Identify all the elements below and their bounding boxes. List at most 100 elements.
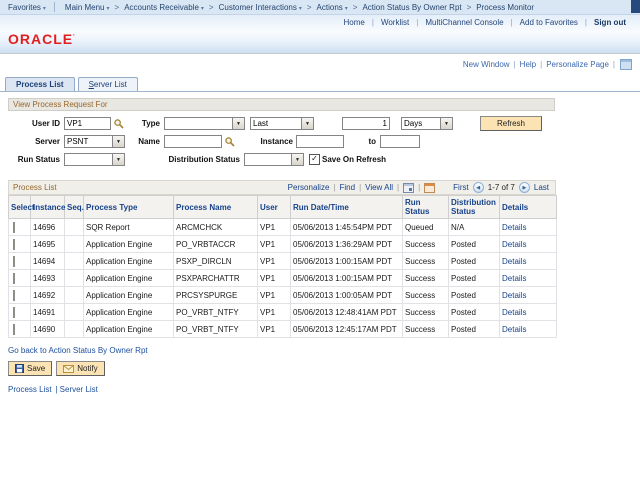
select-checkbox[interactable] xyxy=(13,324,15,335)
toolbar-separator: | xyxy=(333,183,335,192)
tab-server-list[interactable]: Server List xyxy=(78,77,138,91)
notify-button[interactable]: Notify xyxy=(56,361,104,376)
next-page-icon[interactable]: ▶ xyxy=(519,182,530,193)
toolbar-link-view-all[interactable]: View All xyxy=(365,183,393,192)
tab-process-list[interactable]: Process List xyxy=(5,77,75,91)
grid-titlebar: Process List Personalize|Find|View All||… xyxy=(8,180,556,195)
last-select[interactable]: Last▼ xyxy=(250,117,314,130)
utility-link-personalize-page[interactable]: Personalize Page xyxy=(546,60,609,69)
details-link[interactable]: Details xyxy=(502,274,526,283)
name-input[interactable] xyxy=(164,135,222,148)
page-link-server-list[interactable]: Server List xyxy=(60,385,98,394)
name-lookup-icon[interactable] xyxy=(225,137,235,147)
details-link[interactable]: Details xyxy=(502,223,526,232)
header-link-multichannel-console[interactable]: MultiChannel Console xyxy=(425,18,503,27)
breadcrumb-separator: > xyxy=(307,3,312,12)
instance-to-input[interactable] xyxy=(380,135,420,148)
page-link-process-list[interactable]: Process List xyxy=(8,385,52,394)
details-link[interactable]: Details xyxy=(502,240,526,249)
select-checkbox[interactable] xyxy=(13,273,15,284)
user-id-input[interactable] xyxy=(64,117,111,130)
dropdown-arrow-icon[interactable]: ▼ xyxy=(232,118,244,129)
breadcrumb-item-accounts-receivable[interactable]: Accounts Receivable▾ xyxy=(124,3,204,12)
details-link[interactable]: Details xyxy=(502,257,526,266)
favorites-label: Favorites xyxy=(8,3,41,12)
select-checkbox[interactable] xyxy=(13,290,15,301)
column-header-process-name[interactable]: Process Name xyxy=(174,196,258,219)
header-link-worklist[interactable]: Worklist xyxy=(381,18,409,27)
toolbar-link-find[interactable]: Find xyxy=(340,183,356,192)
cell-details: Details xyxy=(500,321,557,338)
dropdown-arrow-icon[interactable]: ▼ xyxy=(112,154,124,165)
type-select-value xyxy=(165,118,232,129)
header-link-home[interactable]: Home xyxy=(344,18,365,27)
cell-distribution-status: Posted xyxy=(449,253,500,270)
header-link-separator: | xyxy=(416,18,418,27)
favorites-menu[interactable]: Favorites▾ xyxy=(8,3,46,12)
save-button[interactable]: Save xyxy=(8,361,52,376)
grid-pager: First ◀ 1-7 of 7 ▶ Last xyxy=(451,182,551,193)
column-header-user[interactable]: User xyxy=(258,196,291,219)
breadcrumb-item-main-menu[interactable]: Main Menu▾ xyxy=(65,3,110,12)
main-content: View Process Request For User ID Type ▼ … xyxy=(0,92,640,394)
oracle-logo: ORACLE' xyxy=(8,31,76,47)
header-link-add-to-favorites[interactable]: Add to Favorites xyxy=(520,18,578,27)
zoom-grid-icon[interactable] xyxy=(424,183,435,193)
select-checkbox[interactable] xyxy=(13,222,15,233)
column-header-details[interactable]: Details xyxy=(500,196,557,219)
dropdown-arrow-icon[interactable]: ▼ xyxy=(440,118,452,129)
breadcrumb-item-customer-interactions[interactable]: Customer Interactions▾ xyxy=(219,3,302,12)
column-header-instance[interactable]: Instance xyxy=(31,196,65,219)
breadcrumb-item-process-monitor[interactable]: Process Monitor xyxy=(476,3,534,12)
save-on-refresh-checkbox[interactable]: ✓ xyxy=(309,154,320,165)
column-header-select[interactable]: Select xyxy=(9,196,31,219)
last-count-input[interactable] xyxy=(342,117,390,130)
cell-details: Details xyxy=(500,270,557,287)
download-grid-icon[interactable] xyxy=(403,183,414,193)
column-header-distribution-status[interactable]: Distribution Status xyxy=(449,196,500,219)
personalize-layout-icon[interactable] xyxy=(620,59,632,70)
cell-instance: 14690 xyxy=(31,321,65,338)
column-header-process-type[interactable]: Process Type xyxy=(84,196,174,219)
cell-select xyxy=(9,270,31,287)
header-link-sign-out[interactable]: Sign out xyxy=(594,18,626,27)
column-header-run-status[interactable]: Run Status xyxy=(403,196,449,219)
dropdown-arrow-icon[interactable]: ▼ xyxy=(291,154,303,165)
toolbar-link-personalize[interactable]: Personalize xyxy=(288,183,330,192)
header-link-separator: | xyxy=(585,18,587,27)
details-link[interactable]: Details xyxy=(502,325,526,334)
previous-page-icon[interactable]: ◀ xyxy=(473,182,484,193)
go-back-link[interactable]: Go back to Action Status By Owner Rpt xyxy=(8,346,148,355)
details-link[interactable]: Details xyxy=(502,291,526,300)
column-header-seq[interactable]: Seq. xyxy=(65,196,84,219)
distribution-status-select[interactable]: ▼ xyxy=(244,153,304,166)
instance-input[interactable] xyxy=(296,135,344,148)
breadcrumb-item-action-status-by-owner-rpt[interactable]: Action Status By Owner Rpt xyxy=(362,3,461,12)
cell-run-datetime: 05/06/2013 1:00:15AM PDT xyxy=(291,270,403,287)
utility-link-help[interactable]: Help xyxy=(520,60,536,69)
cell-select xyxy=(9,304,31,321)
dropdown-arrow-icon[interactable]: ▼ xyxy=(301,118,313,129)
type-select[interactable]: ▼ xyxy=(164,117,245,130)
column-header-run-date-time[interactable]: Run Date/Time xyxy=(291,196,403,219)
select-checkbox[interactable] xyxy=(13,307,15,318)
breadcrumb-item-actions[interactable]: Actions▾ xyxy=(317,3,348,12)
select-checkbox[interactable] xyxy=(13,256,15,267)
utility-link-new-window[interactable]: New Window xyxy=(463,60,510,69)
unit-select[interactable]: Days▼ xyxy=(401,117,453,130)
server-select[interactable]: PSNT▼ xyxy=(64,135,125,148)
select-checkbox[interactable] xyxy=(13,239,15,250)
cell-process-type: Application Engine xyxy=(84,304,174,321)
cell-seq xyxy=(65,287,84,304)
cell-run-status: Success xyxy=(403,270,449,287)
toolbar-separator: | xyxy=(418,183,420,192)
table-header-row: SelectInstanceSeq.Process TypeProcess Na… xyxy=(9,196,557,219)
last-link[interactable]: Last xyxy=(534,183,549,192)
details-link[interactable]: Details xyxy=(502,308,526,317)
first-link[interactable]: First xyxy=(453,183,469,192)
refresh-button[interactable]: Refresh xyxy=(480,116,542,131)
cell-details: Details xyxy=(500,219,557,236)
run-status-select[interactable]: ▼ xyxy=(64,153,125,166)
unit-select-value: Days xyxy=(402,118,440,129)
filter-form: User ID Type ▼ Last▼ Days▼ Refresh Serve… xyxy=(8,113,555,171)
